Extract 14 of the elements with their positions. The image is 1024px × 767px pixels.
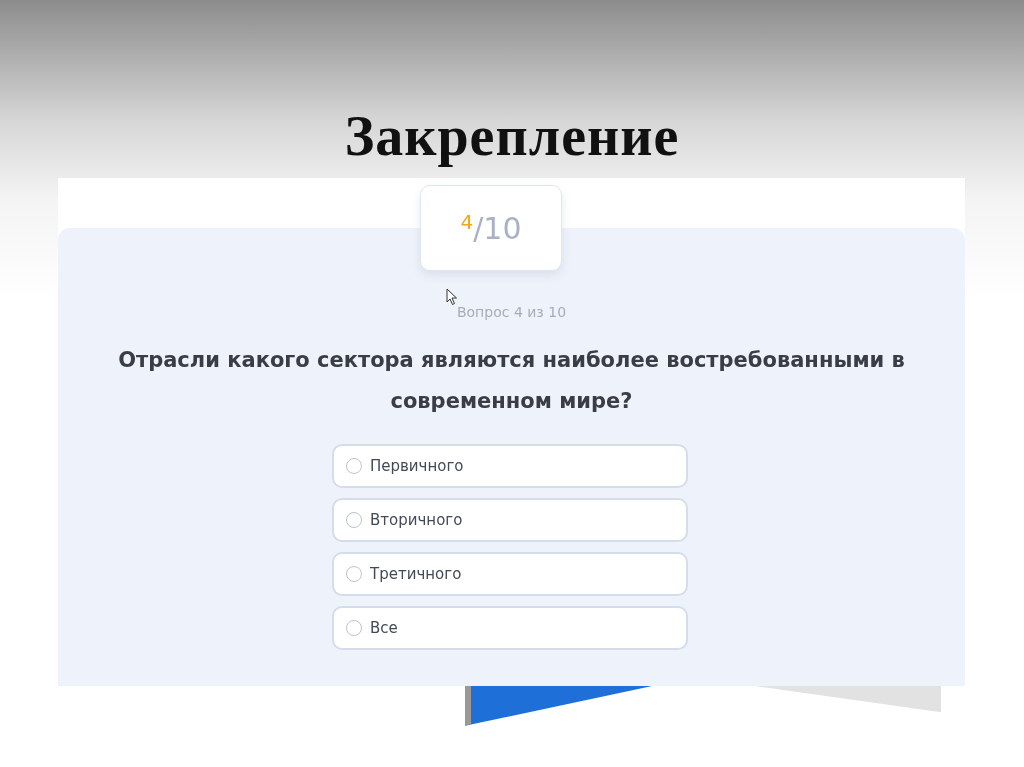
question-text: Отрасли какого сектора являются наиболее востребованными в современном мире?	[117, 347, 906, 415]
total-questions: /10	[473, 210, 522, 246]
answer-option[interactable]: Вторичного	[332, 498, 688, 542]
mouse-pointer-icon	[446, 288, 458, 306]
progress-text: Вопрос 4 из 10	[456, 304, 567, 320]
slide-title: Закрепление	[344, 104, 680, 168]
answer-option[interactable]: Третичного	[332, 552, 688, 596]
radio-button[interactable]	[346, 458, 362, 474]
current-question-number: 4	[460, 210, 474, 234]
radio-button[interactable]	[346, 620, 362, 636]
answer-option[interactable]: Первичного	[332, 444, 688, 488]
radio-button[interactable]	[346, 566, 362, 582]
answer-option[interactable]: Все	[332, 606, 688, 650]
radio-button[interactable]	[346, 512, 362, 528]
